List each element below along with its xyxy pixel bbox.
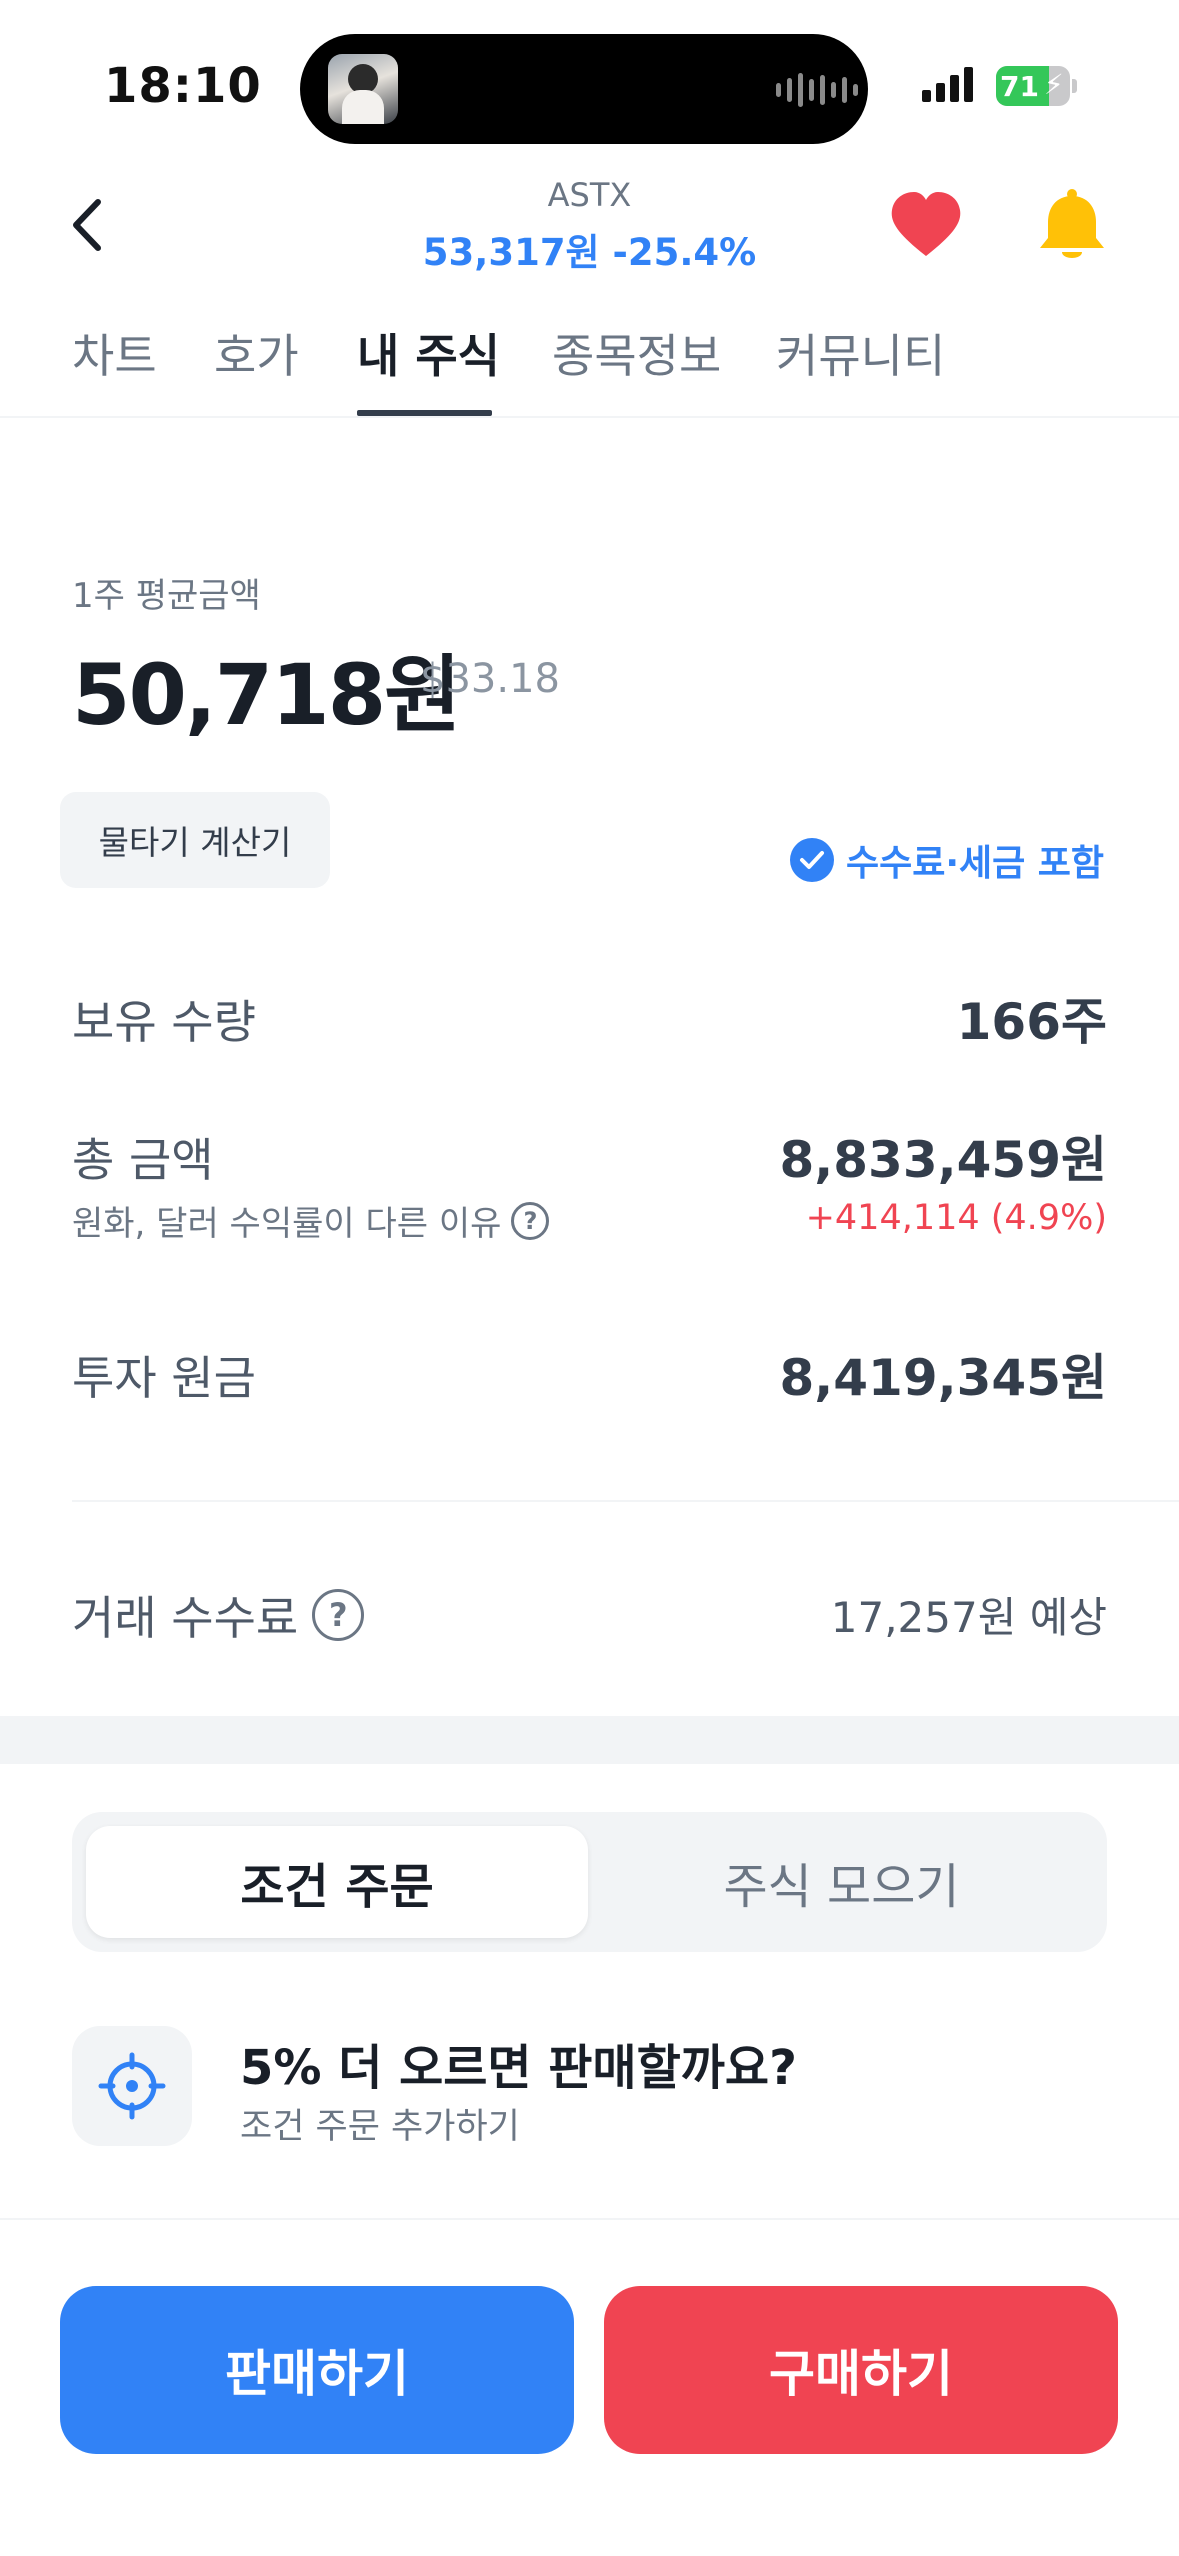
sell-button[interactable]: 판매하기 <box>60 2286 574 2454</box>
battery-percent: 71 <box>1000 70 1039 103</box>
dynamic-island[interactable] <box>300 34 868 144</box>
principal-label: 투자 원금 <box>72 1351 256 1405</box>
stock-price-change: 53,317원 -25.4% <box>422 231 757 274</box>
bell-icon <box>1040 189 1104 258</box>
averaging-calculator-button[interactable]: 물타기 계산기 <box>60 792 330 888</box>
notification-button[interactable] <box>1034 186 1110 266</box>
buy-button[interactable]: 구매하기 <box>604 2286 1118 2454</box>
trade-fee-value: 17,257원 예상 <box>830 1593 1107 1642</box>
heart-icon <box>891 192 961 256</box>
fee-tax-included-label: 수수료·세금 포함 <box>846 843 1105 884</box>
battery-tip <box>1072 79 1077 93</box>
tab-orderbook[interactable]: 호가 <box>214 320 299 386</box>
now-playing-thumbnail <box>328 54 398 124</box>
average-price-usd: $33.18 <box>420 656 560 702</box>
target-icon-tile[interactable] <box>72 2026 192 2146</box>
stock-ticker: ASTX <box>547 176 632 214</box>
status-time: 18:10 <box>104 58 262 114</box>
quantity-value: 166주 <box>956 993 1107 1051</box>
divider <box>72 1500 1179 1502</box>
divider <box>0 2218 1179 2220</box>
total-amount-value: 8,833,459원 <box>779 1131 1107 1189</box>
trade-fee-label-group[interactable]: 거래 수수료 ? <box>72 1582 365 1648</box>
segment-stock-collect[interactable]: 주식 모으기 <box>590 1826 1093 1938</box>
tab-chart[interactable]: 차트 <box>72 320 157 386</box>
question-mark-icon: ? <box>312 1589 365 1641</box>
profit-value: +414,114 (4.9%) <box>805 1198 1107 1238</box>
section-separator <box>0 1716 1179 1764</box>
battery-icon: 71 ⚡ <box>996 66 1070 106</box>
conditional-order-subtitle[interactable]: 조건 주문 추가하기 <box>240 2098 520 2149</box>
order-type-segmented-control: 조건 주문 주식 모으기 <box>72 1812 1107 1952</box>
segment-conditional-order[interactable]: 조건 주문 <box>86 1826 588 1938</box>
cellular-signal-icon <box>922 66 973 102</box>
average-price-label: 1주 평균금액 <box>72 576 261 616</box>
status-bar: 18:10 71 ⚡ <box>0 0 1179 170</box>
conditional-order-title[interactable]: 5% 더 오르면 판매할까요? <box>240 2028 797 2098</box>
active-tab-indicator <box>357 410 492 416</box>
tab-bar: 차트 호가 내 주식 종목정보 커뮤니티 <box>0 310 1179 418</box>
trade-fee-label: 거래 수수료 <box>72 1591 299 1645</box>
quantity-label: 보유 수량 <box>72 995 256 1049</box>
tab-my-stock[interactable]: 내 주식 <box>357 320 500 386</box>
tab-community[interactable]: 커뮤니티 <box>776 320 945 386</box>
charging-bolt-icon: ⚡ <box>1044 68 1064 101</box>
average-price-value: 50,718원 <box>72 646 461 744</box>
question-mark-icon: ? <box>511 1201 550 1240</box>
crosshair-target-icon <box>98 2052 166 2120</box>
fee-tax-included-toggle[interactable]: 수수료·세금 포함 <box>790 834 1104 886</box>
currency-return-help-text: 원화, 달러 수익률이 다른 이유 <box>72 1204 502 1244</box>
audio-waveform-icon <box>776 72 858 108</box>
favorite-button[interactable] <box>888 190 964 260</box>
currency-return-help[interactable]: 원화, 달러 수익률이 다른 이유 ? <box>72 1196 550 1245</box>
checkmark-icon <box>790 838 834 882</box>
tab-stock-info[interactable]: 종목정보 <box>552 320 721 386</box>
total-amount-label: 총 금액 <box>72 1133 214 1187</box>
principal-value: 8,419,345원 <box>779 1349 1107 1407</box>
